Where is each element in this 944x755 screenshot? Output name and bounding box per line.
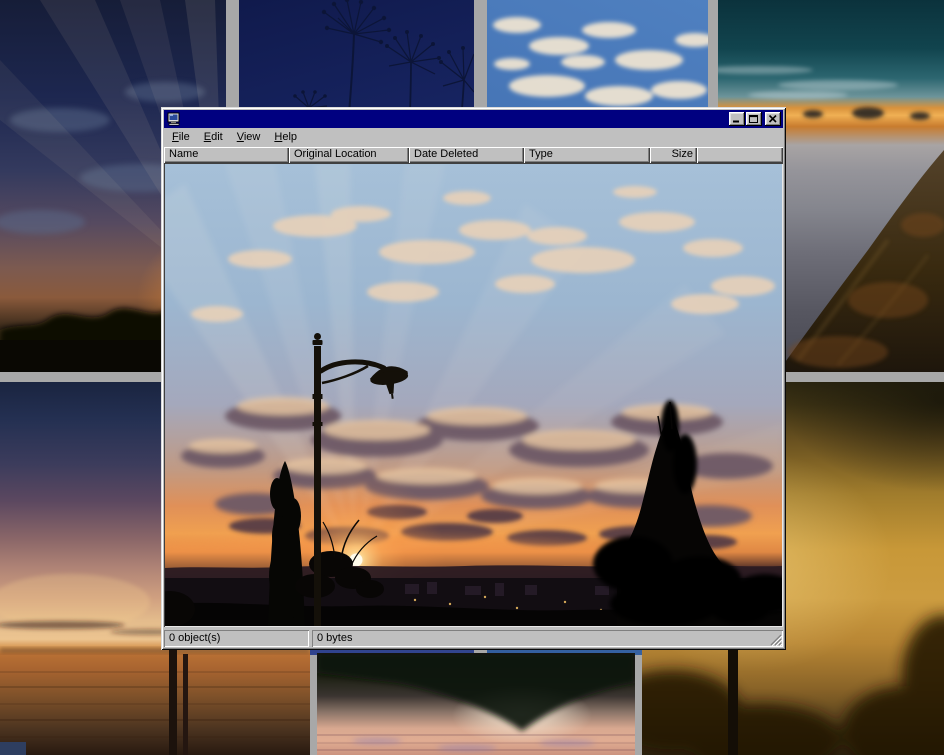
sunset-photo [165,164,782,626]
window-titlebar[interactable] [164,110,783,128]
status-size: 0 bytes [312,630,783,647]
status-bar: 0 object(s) 0 bytes [164,627,783,647]
column-header-filler [697,147,783,163]
column-header-name[interactable]: Name [164,147,289,163]
column-header-date-deleted[interactable]: Date Deleted [409,147,524,163]
menu-file[interactable]: File [165,129,197,146]
explorer-window: File Edit View Help Name Original Locati… [161,107,786,650]
column-header-size[interactable]: Size [650,147,697,163]
close-button[interactable] [765,112,781,126]
menu-bar: File Edit View Help [164,128,783,146]
menu-edit[interactable]: Edit [197,129,230,146]
maximize-button[interactable] [746,112,762,126]
column-header-original-location[interactable]: Original Location [289,147,409,163]
file-list-area[interactable] [164,163,783,627]
status-size-text: 0 bytes [317,632,352,644]
status-object-count: 0 object(s) [164,630,309,647]
column-headers: Name Original Location Date Deleted Type… [164,147,783,163]
column-header-type[interactable]: Type [524,147,650,163]
menu-help[interactable]: Help [267,129,304,146]
minimize-button[interactable] [729,112,745,126]
resize-grip[interactable] [769,633,782,646]
desktop: File Edit View Help Name Original Locati… [0,0,944,755]
menu-view[interactable]: View [230,129,268,146]
computer-icon [167,112,181,126]
close-icon [768,115,778,123]
minimize-icon [732,115,742,123]
maximize-icon [749,115,759,123]
wallpaper-photo-water-reflection [317,653,635,755]
